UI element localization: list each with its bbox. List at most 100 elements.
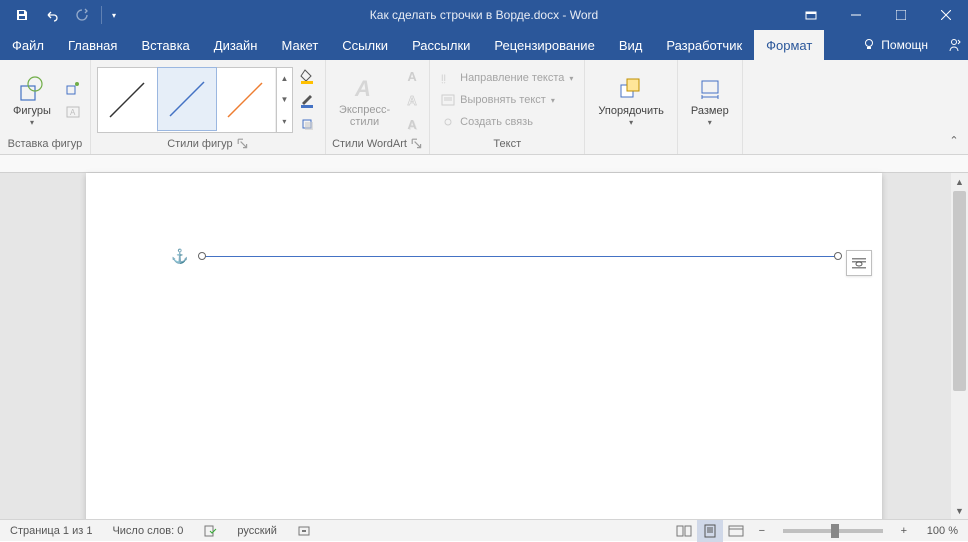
gallery-more-button[interactable]: ▾ [277,111,292,132]
anchor-icon: ⚓ [171,248,188,265]
tabs-right: Помощн [854,30,968,60]
zoom-in-button[interactable]: + [891,520,917,542]
edit-shape-button[interactable] [62,77,84,99]
shape-effects-icon [299,116,317,132]
line-handle-end[interactable] [834,252,842,260]
proofing-icon [203,524,217,538]
arrange-button[interactable]: Упорядочить ▾ [591,70,670,129]
text-effects-button: A [401,113,423,135]
scroll-down-button[interactable]: ▼ [951,502,968,519]
size-button[interactable]: Размер ▾ [684,70,736,129]
shape-style-3[interactable] [216,68,276,132]
layout-options-button[interactable] [846,250,872,276]
maximize-button[interactable] [878,0,923,30]
tab-references[interactable]: Ссылки [330,30,400,60]
express-styles-label: Экспресс- стили [339,104,390,128]
gallery-up-button[interactable]: ▲ [277,68,292,89]
group-size: Размер ▾ [678,60,743,154]
save-button[interactable] [8,1,36,29]
group-insert-shapes: Фигуры ▾ A Вставка фигур [0,60,91,154]
selected-line-shape[interactable] [202,256,838,257]
redo-button[interactable] [68,1,96,29]
qat-separator [101,6,102,24]
tab-review[interactable]: Рецензирование [482,30,606,60]
wordart-styles-launcher[interactable] [411,138,423,150]
close-icon [941,10,951,20]
status-language[interactable]: русский [227,520,286,541]
size-icon [694,73,726,105]
scroll-up-button[interactable]: ▲ [951,173,968,190]
shape-fill-button[interactable] [297,65,319,87]
status-proofing[interactable] [193,520,227,541]
gallery-down-button[interactable]: ▼ [277,89,292,110]
close-button[interactable] [923,0,968,30]
ribbon-tabs: Файл Главная Вставка Дизайн Макет Ссылки… [0,30,968,60]
vertical-scrollbar[interactable]: ▲ ▼ [951,173,968,519]
group-label-text: Текст [436,136,578,152]
help-button[interactable]: Помощн [854,30,936,60]
svg-text:I͎I͎: I͎I͎ [441,73,446,83]
shape-outline-button[interactable] [297,89,319,111]
tab-insert[interactable]: Вставка [129,30,201,60]
tab-home[interactable]: Главная [56,30,129,60]
text-direction-label: Направление текста [460,72,564,84]
scroll-thumb[interactable] [953,191,966,391]
maximize-icon [896,10,906,20]
share-icon[interactable] [946,37,962,53]
lightbulb-icon [862,38,876,52]
tab-mailings[interactable]: Рассылки [400,30,482,60]
view-web-layout[interactable] [723,520,749,542]
align-text-icon [441,93,455,107]
zoom-slider[interactable] [783,529,883,533]
tab-design[interactable]: Дизайн [202,30,270,60]
size-label: Размер [691,105,729,117]
tab-developer[interactable]: Разработчик [654,30,754,60]
line-handle-start[interactable] [198,252,206,260]
layout-options-icon [850,254,868,272]
zoom-out-button[interactable]: − [749,520,775,542]
shape-style-1[interactable] [98,68,158,132]
minimize-button[interactable] [833,0,878,30]
status-page[interactable]: Страница 1 из 1 [0,520,102,541]
redo-icon [75,8,89,22]
align-text-button: Выровнять текст▾ [436,90,560,110]
shapes-button[interactable]: Фигуры ▾ [6,70,58,129]
gallery-scroll: ▲ ▼ ▾ [276,68,292,132]
shape-styles-launcher[interactable] [237,138,249,150]
status-words[interactable]: Число слов: 0 [102,520,193,541]
shapes-icon [16,73,48,105]
help-label: Помощн [881,38,928,52]
view-print-layout[interactable] [697,520,723,542]
wordart-icon: A [349,72,381,104]
tab-view[interactable]: Вид [607,30,655,60]
group-wordart-styles: A Экспресс- стили A A A Стили WordArt [326,60,430,154]
zoom-slider-thumb[interactable] [831,524,839,538]
group-arrange: Упорядочить ▾ [585,60,677,154]
tab-layout[interactable]: Макет [269,30,330,60]
web-layout-icon [728,524,744,538]
shape-outline-icon [299,92,317,108]
shape-style-2[interactable] [157,67,217,131]
status-right: − + 100 % [671,520,968,542]
text-box-icon: A [65,104,81,120]
collapse-ribbon-button[interactable]: ⌃ [946,134,962,150]
text-box-button: A [62,101,84,123]
tab-file[interactable]: Файл [0,30,56,60]
zoom-level[interactable]: 100 % [917,525,968,537]
shape-effects-button[interactable] [297,113,319,135]
undo-button[interactable] [38,1,66,29]
window-controls [788,0,968,30]
group-label-insert-shapes: Вставка фигур [6,136,84,152]
horizontal-ruler[interactable] [0,155,968,173]
tab-format[interactable]: Формат [754,30,824,60]
view-read-mode[interactable] [671,520,697,542]
text-direction-icon: I͎I͎ [441,71,455,85]
qat-customize-button[interactable]: ▾ [107,1,121,29]
document-page[interactable]: ⚓ [86,173,882,519]
shape-style-gallery: ▲ ▼ ▾ [97,67,293,133]
group-label-arrange [591,136,670,152]
ribbon-display-button[interactable] [788,0,833,30]
arrange-label: Упорядочить [598,105,663,117]
align-text-label: Выровнять текст [460,94,546,106]
status-macro[interactable] [287,520,321,541]
